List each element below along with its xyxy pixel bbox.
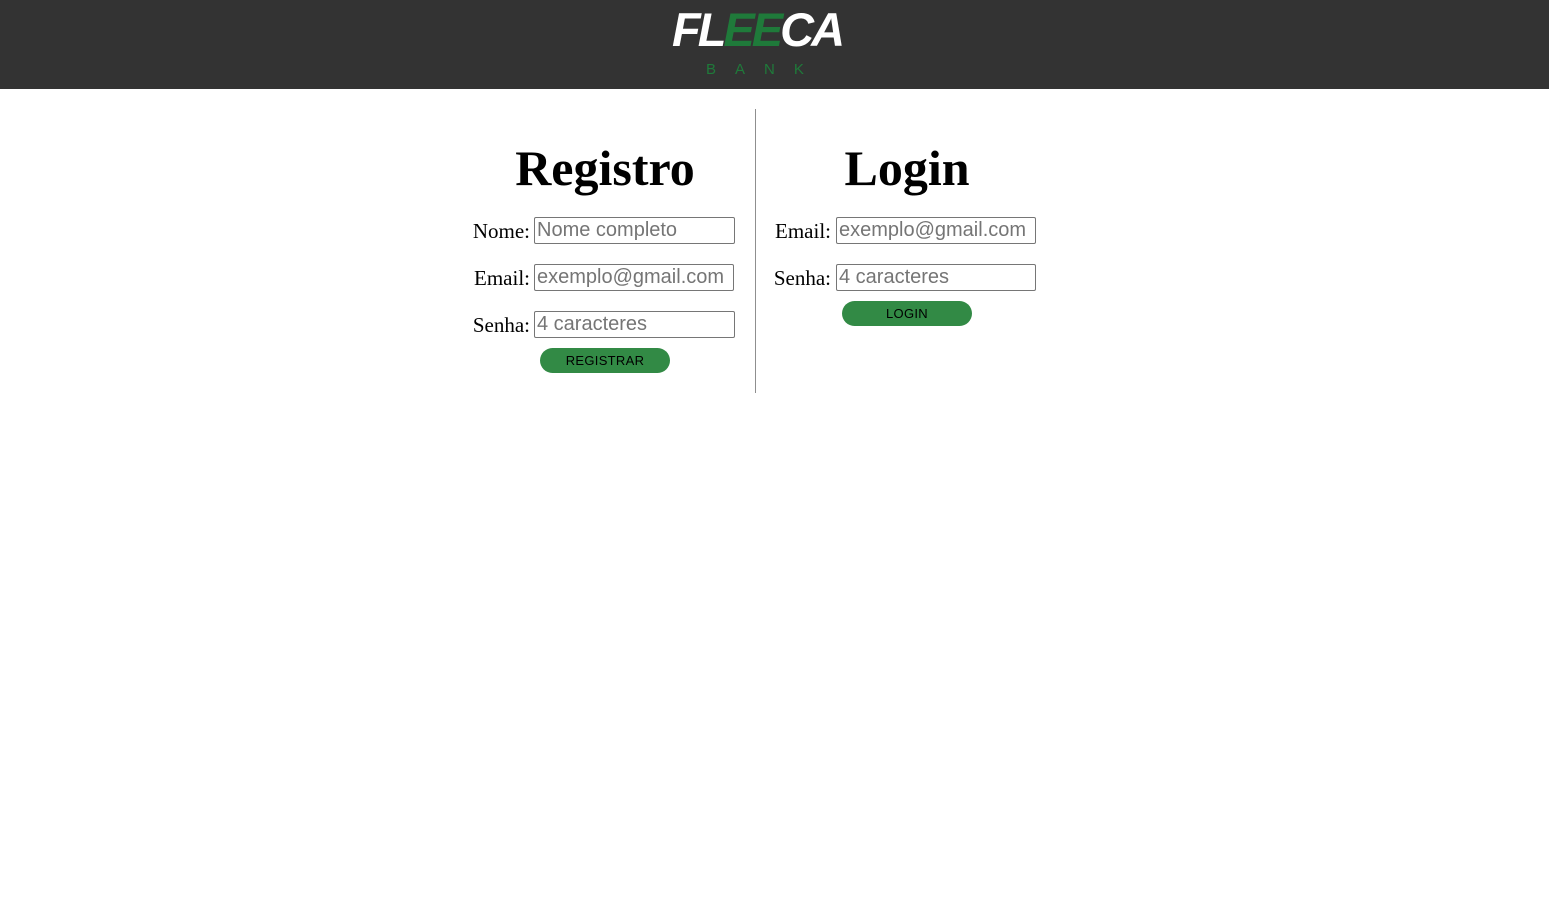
top-header: FLEECA BANK [0,0,1549,89]
login-email-label: Email: [775,219,831,243]
logo-wordmark: FLEECA [672,3,845,56]
fleeca-bank-logo: FLEECA BANK [672,3,845,82]
login-password-label: Senha: [773,266,831,290]
panel-divider [755,109,756,393]
register-email-label: Email: [474,266,530,290]
register-name-input[interactable] [534,217,735,244]
login-password-input[interactable] [836,264,1036,291]
register-button[interactable]: REGISTRAR [540,348,670,373]
register-name-label: Nome: [472,219,530,243]
login-email-input[interactable] [836,217,1036,244]
register-password-input[interactable] [534,311,735,338]
register-title: Registro [515,140,695,196]
register-password-label: Senha: [472,313,530,337]
login-title: Login [844,140,970,196]
login-button[interactable]: LOGIN [842,301,972,326]
logo-subtitle: BANK [706,61,823,78]
register-email-input[interactable] [534,264,734,291]
